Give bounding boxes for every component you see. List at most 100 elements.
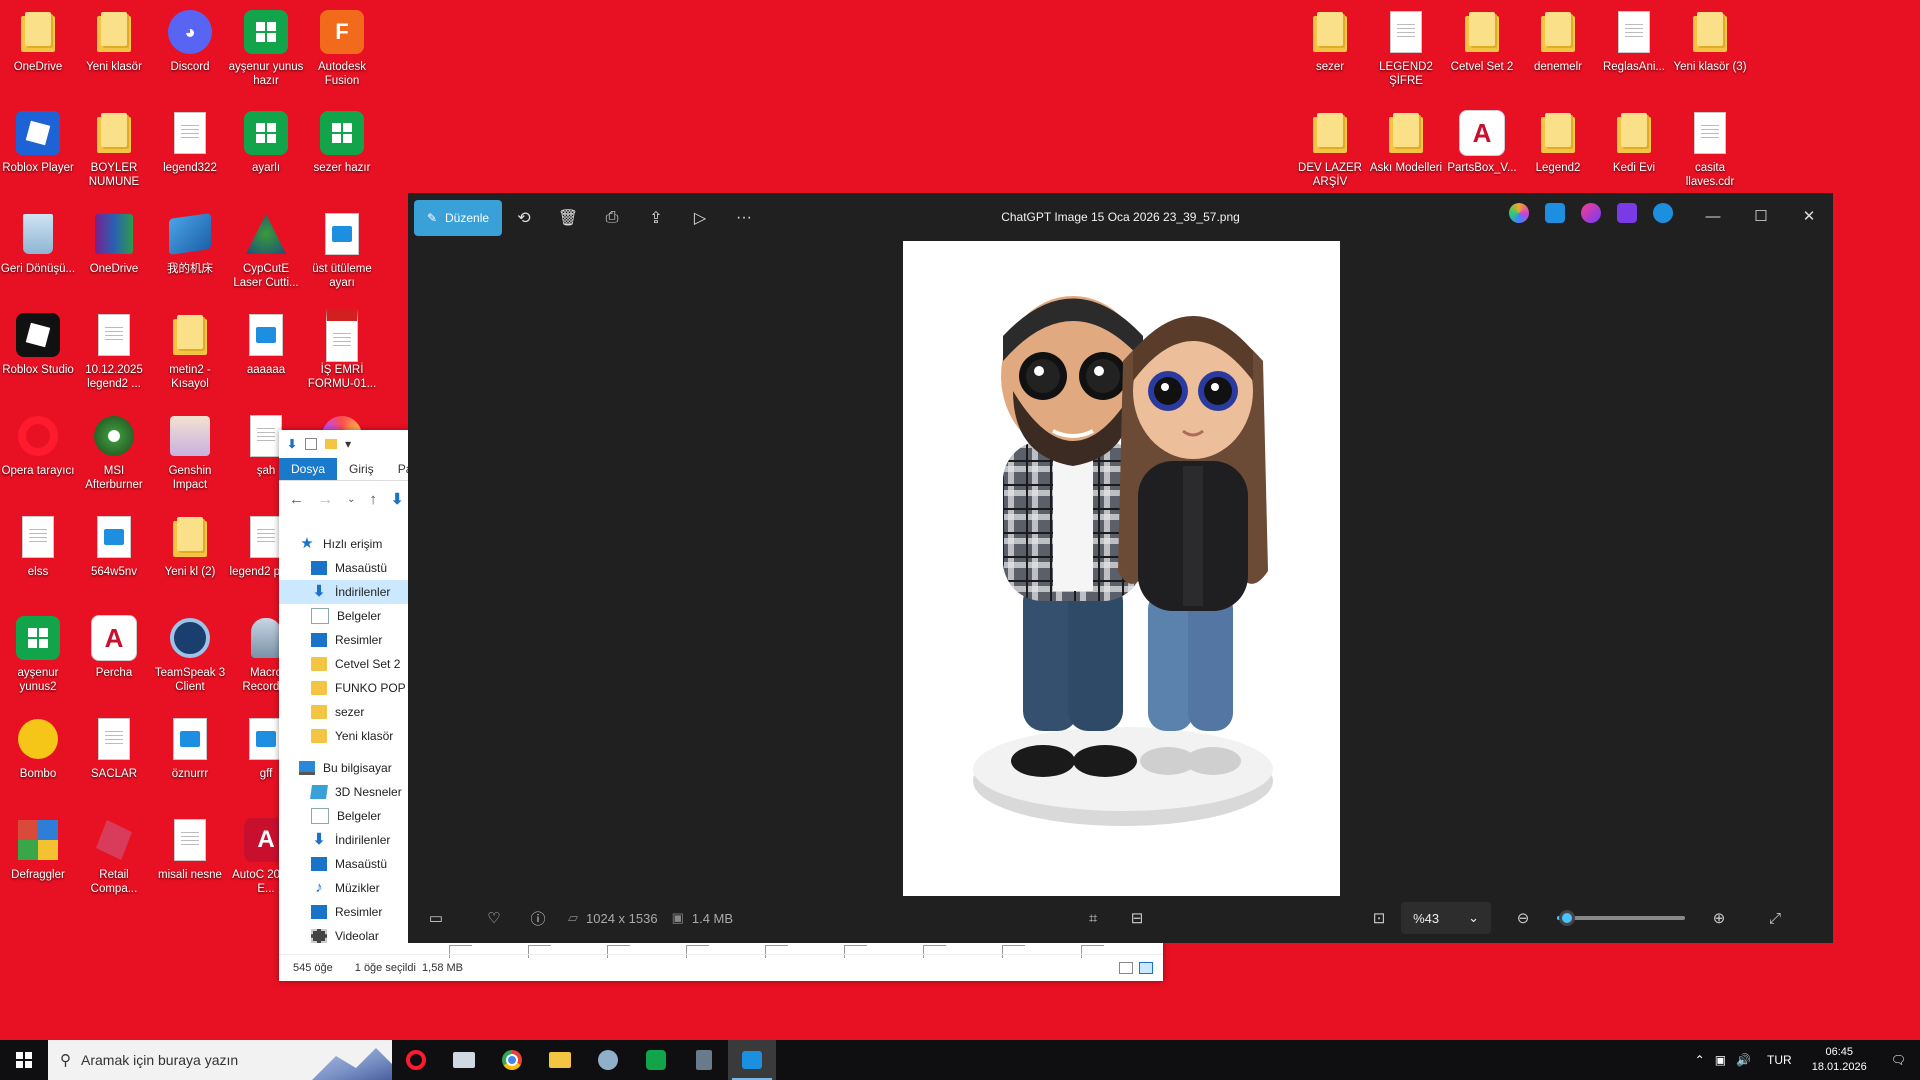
desktop-icon[interactable]: OneDrive: [0, 4, 76, 74]
desktop-icon[interactable]: ◕ Discord: [152, 4, 228, 74]
file-explorer-taskbar-icon[interactable]: [536, 1040, 584, 1080]
nav-item[interactable]: sezer: [279, 700, 409, 724]
desktop-icon[interactable]: Cetvel Set 2: [1444, 4, 1520, 74]
desktop-icon[interactable]: casita llaves.cdr: [1672, 105, 1748, 189]
desktop-icon[interactable]: TeamSpeak 3 Client: [152, 610, 228, 694]
desktop-icon[interactable]: ReglasAni...: [1596, 4, 1672, 74]
nav-item[interactable]: Yeni klasör: [279, 724, 409, 748]
notification-center-icon[interactable]: 🗨: [1877, 1053, 1920, 1067]
nav-item[interactable]: Resimler: [279, 900, 409, 924]
cypcut-taskbar-icon[interactable]: [584, 1040, 632, 1080]
spreadsheet-taskbar-icon[interactable]: [632, 1040, 680, 1080]
desktop-icon[interactable]: ayşenur yunus2: [0, 610, 76, 694]
print-icon[interactable]: ⎙: [590, 200, 634, 236]
chrome-taskbar-icon[interactable]: [488, 1040, 536, 1080]
favorite-heart-icon[interactable]: ♡: [472, 898, 516, 938]
checkmark-icon[interactable]: [305, 438, 318, 450]
filmstrip-icon[interactable]: ▭: [414, 898, 458, 938]
back-arrow-icon[interactable]: ←: [289, 491, 304, 508]
new-folder-icon[interactable]: [325, 439, 338, 449]
desktop-icon[interactable]: metin2 - Kısayol: [152, 307, 228, 391]
desktop-icon[interactable]: DEV LAZER ARŞİV: [1292, 105, 1368, 189]
desktop-icon[interactable]: CypCutE Laser Cutti...: [228, 206, 304, 290]
desktop-icon[interactable]: ayarlı: [228, 105, 304, 175]
qat-dropdown-icon[interactable]: ▾: [345, 437, 351, 451]
zoom-slider-thumb[interactable]: [1559, 910, 1576, 926]
designer-icon[interactable]: [1581, 203, 1601, 223]
desktop-icon[interactable]: elss: [0, 509, 76, 579]
opera-taskbar-icon[interactable]: [392, 1040, 440, 1080]
nav-item[interactable]: Masaüstü: [279, 556, 409, 580]
desktop-icon[interactable]: üst ütüleme ayarı: [304, 206, 380, 290]
show-hidden-icons-icon[interactable]: ⌃: [1689, 1053, 1711, 1067]
network-icon[interactable]: ▣: [1711, 1053, 1730, 1067]
nav-item[interactable]: ♪ Müzikler: [279, 876, 409, 900]
desktop-icon[interactable]: Geri Dönüşü...: [0, 206, 76, 276]
image-canvas[interactable]: [903, 241, 1340, 896]
nav-item[interactable]: Resimler: [279, 628, 409, 652]
nav-item[interactable]: Belgeler: [279, 804, 409, 828]
nav-item[interactable]: Videolar: [279, 924, 409, 948]
photos-app-icon[interactable]: [1545, 203, 1565, 223]
desktop-icon[interactable]: Retail Compa...: [76, 812, 152, 896]
language-indicator[interactable]: TUR: [1757, 1053, 1802, 1067]
nav-item[interactable]: Cetvel Set 2: [279, 652, 409, 676]
tab-giris[interactable]: Giriş: [337, 458, 386, 480]
actual-size-icon[interactable]: ⊡: [1357, 898, 1401, 938]
desktop-icon[interactable]: 我的机床: [152, 206, 228, 276]
desktop-icon[interactable]: Genshin Impact: [152, 408, 228, 492]
nav-item[interactable]: Belgeler: [279, 604, 409, 628]
desktop-icon[interactable]: Roblox Studio: [0, 307, 76, 377]
up-arrow-icon[interactable]: ↑: [369, 491, 377, 508]
copilot-icon[interactable]: [1509, 203, 1529, 223]
photos-viewer-window[interactable]: ✎ Düzenle ⟲ 🗑 ⎙ ⇪ ▷ ··· ChatGPT Image 15…: [408, 193, 1833, 943]
desktop-icon[interactable]: MSI Afterburner: [76, 408, 152, 492]
desktop-icon[interactable]: öznurrr: [152, 711, 228, 781]
zoom-in-icon[interactable]: ⊕: [1697, 898, 1741, 938]
file-manager-taskbar-icon[interactable]: [440, 1040, 488, 1080]
clock[interactable]: 06:45 18.01.2026: [1802, 1045, 1877, 1075]
details-view-icon[interactable]: [1119, 962, 1133, 974]
onedrive-offline-icon[interactable]: [1653, 203, 1673, 223]
desktop-icon[interactable]: İŞ EMRİ FORMU-01...: [304, 307, 380, 391]
desktop-icon[interactable]: Yeni klasör: [76, 4, 152, 74]
tab-dosya[interactable]: Dosya: [279, 458, 338, 480]
rotate-icon[interactable]: ⟲: [502, 200, 546, 236]
desktop-icon[interactable]: F Autodesk Fusion: [304, 4, 380, 88]
more-options-icon[interactable]: ···: [722, 200, 766, 236]
calculator-taskbar-icon[interactable]: [680, 1040, 728, 1080]
desktop-icon[interactable]: Opera tarayıcı: [0, 408, 76, 478]
slideshow-icon[interactable]: ▷: [678, 200, 722, 236]
desktop-icon[interactable]: Kedi Evi: [1596, 105, 1672, 175]
recent-dropdown-icon[interactable]: ⌄: [347, 494, 355, 505]
desktop-icon[interactable]: A Percha: [76, 610, 152, 680]
photos-taskbar-icon[interactable]: [728, 1040, 776, 1080]
minimize-icon[interactable]: —: [1689, 193, 1737, 239]
desktop-icon[interactable]: Legend2: [1520, 105, 1596, 175]
desktop-icon[interactable]: SACLAR: [76, 711, 152, 781]
nav-item[interactable]: FUNKO POP: [279, 676, 409, 700]
share-icon[interactable]: ⇪: [634, 200, 678, 236]
desktop-icon[interactable]: legend322: [152, 105, 228, 175]
desktop-icon[interactable]: LEGEND2 ŞİFRE: [1368, 4, 1444, 88]
delete-icon[interactable]: 🗑: [546, 200, 590, 236]
text-recognition-icon[interactable]: ⊟: [1115, 898, 1159, 938]
desktop-icon[interactable]: A PartsBox_V...: [1444, 105, 1520, 175]
close-icon[interactable]: ✕: [1785, 193, 1833, 239]
nav-item[interactable]: 3D Nesneler: [279, 780, 409, 804]
desktop-icon[interactable]: misali nesne: [152, 812, 228, 882]
fullscreen-icon[interactable]: ⤢: [1753, 898, 1797, 938]
desktop-icon[interactable]: OneDrive: [76, 206, 152, 276]
desktop-icon[interactable]: BOYLER NUMUNE: [76, 105, 152, 189]
zoom-out-icon[interactable]: ⊖: [1501, 898, 1545, 938]
zoom-level-dropdown[interactable]: %43 ⌄: [1401, 902, 1492, 934]
desktop-icon[interactable]: Askı Modelleri: [1368, 105, 1444, 175]
maximize-icon[interactable]: ☐: [1737, 193, 1785, 239]
large-icons-view-icon[interactable]: [1139, 962, 1153, 974]
forward-arrow-icon[interactable]: →: [318, 491, 333, 508]
desktop-icon[interactable]: denemelr: [1520, 4, 1596, 74]
desktop-icon[interactable]: Yeni klasör (3): [1672, 4, 1748, 74]
nav-item[interactable]: ⬇ İndirilenler: [279, 580, 409, 604]
desktop-icon[interactable]: sezer hazır: [304, 105, 380, 175]
desktop-icon[interactable]: Bombo: [0, 711, 76, 781]
